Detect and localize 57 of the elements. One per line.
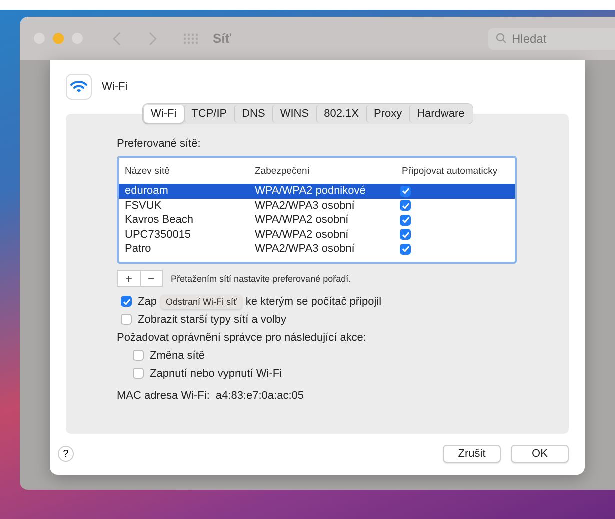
- table-cell-text: WPA/WPA2 podnikové: [254, 185, 367, 198]
- tooltip: Odstraní Wi-Fi síť: [160, 294, 242, 308]
- help-button[interactable]: ?: [58, 446, 74, 462]
- hint-text: Přetažením sítí nastavite preferované pořadí.: [171, 274, 352, 284]
- cancel-button[interactable]: Zrušit: [443, 445, 501, 463]
- checkbox[interactable]: [133, 368, 144, 379]
- column-header[interactable]: Připojovat automaticky: [396, 166, 515, 176]
- wifi-icon: [66, 74, 92, 100]
- table-cell-text: UPC7350015: [124, 228, 192, 241]
- search-icon: [496, 32, 507, 44]
- checkbox[interactable]: [121, 314, 132, 325]
- checkbox[interactable]: [400, 229, 411, 240]
- tab[interactable]: Hardware: [409, 105, 472, 123]
- tab[interactable]: DNS: [234, 105, 272, 123]
- tab[interactable]: Proxy: [366, 105, 410, 123]
- network-row[interactable]: FSVUK WPA2/WPA3 osobní: [119, 198, 515, 213]
- section-label: Preferované sítě:: [117, 138, 202, 150]
- table-cell-text: WPA/WPA2 osobní: [254, 214, 350, 226]
- option-label: Změna sítě: [150, 350, 206, 362]
- checkbox[interactable]: [400, 186, 411, 197]
- checkbox[interactable]: [121, 296, 132, 307]
- option-label: ke kterým se počítač připojil: [246, 296, 382, 308]
- table-cell-text: Kavros Beach: [124, 214, 194, 226]
- table-cell-text: WPA2/WPA3 osobní: [254, 243, 356, 256]
- tab[interactable]: Wi-Fi: [144, 105, 184, 123]
- checkbox[interactable]: [400, 200, 411, 212]
- tab[interactable]: WINS: [272, 105, 316, 123]
- checkbox[interactable]: [400, 214, 411, 226]
- option-label: Zobrazit starší typy sítí a volby: [138, 314, 287, 326]
- option-label: Zap: [138, 296, 157, 308]
- back-icon[interactable]: [113, 32, 121, 46]
- table-cell-text: Patro: [124, 243, 152, 256]
- mac-address: a4:83:e7:0a:ac:05: [216, 390, 304, 402]
- network-row[interactable]: Kavros Beach WPA/WPA2 osobní: [119, 213, 515, 228]
- network-row[interactable]: Patro WPA2/WPA3 osobní: [119, 242, 515, 256]
- column-header[interactable]: Zabezpečení: [249, 166, 396, 176]
- table-cell-text: eduroam: [124, 185, 170, 198]
- checkbox[interactable]: [400, 244, 411, 255]
- window-title: Síť: [213, 31, 232, 46]
- section-label: Požadovat oprávnění správce pro následující akce:: [117, 332, 366, 344]
- forward-icon[interactable]: [149, 32, 157, 46]
- table-cell-text: FSVUK: [124, 200, 163, 212]
- minimize-button[interactable]: [53, 33, 64, 44]
- table-cell-text: WPA2/WPA3 osobní: [254, 200, 356, 212]
- service-name: Wi-Fi: [102, 81, 128, 93]
- tab[interactable]: TCP/IP: [184, 105, 234, 123]
- option-label: Zapnutí nebo vypnutí Wi-Fi: [150, 368, 282, 380]
- tab[interactable]: 802.1X: [316, 105, 366, 123]
- ok-button[interactable]: OK: [511, 445, 569, 463]
- search-field[interactable]: Hledat: [488, 28, 615, 50]
- network-row[interactable]: eduroam WPA/WPA2 podnikové: [119, 184, 515, 198]
- table-cell-text: WPA/WPA2 osobní: [254, 228, 350, 241]
- mac-label: MAC adresa Wi-Fi:: [117, 390, 210, 402]
- grid-icon[interactable]: [183, 32, 199, 44]
- checkbox[interactable]: [133, 350, 144, 361]
- network-row[interactable]: UPC7350015 WPA/WPA2 osobní: [119, 228, 515, 242]
- column-header[interactable]: Název sítě: [119, 166, 249, 176]
